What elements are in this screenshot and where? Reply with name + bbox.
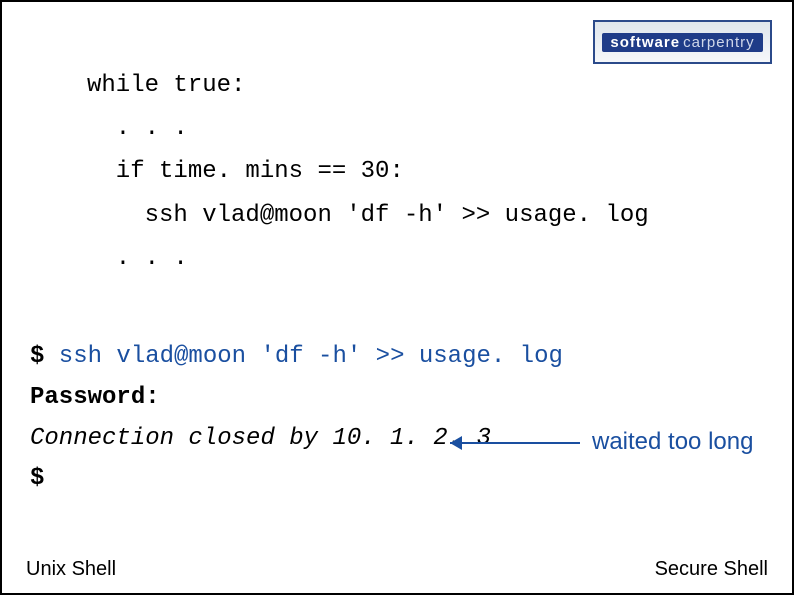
pseudocode-block: while true: . . . if time. mins == 30: s… xyxy=(87,64,649,280)
command-line: ssh vlad@moon 'df -h' >> usage. log xyxy=(44,343,562,370)
code-line-5: . . . xyxy=(87,245,188,272)
annotation-text: waited too long xyxy=(592,428,753,456)
terminal-block: $ ssh vlad@moon 'df -h' >> usage. log Pa… xyxy=(30,337,563,500)
footer-right: Secure Shell xyxy=(655,558,768,581)
code-line-1: while true: xyxy=(87,72,245,99)
software-carpentry-logo: softwarecarpentry xyxy=(593,20,772,64)
prompt-1: $ xyxy=(30,343,44,370)
code-line-4: ssh vlad@moon 'df -h' >> usage. log xyxy=(87,202,649,229)
code-line-3: if time. mins == 30: xyxy=(87,158,404,185)
logo-text: softwarecarpentry xyxy=(602,33,762,52)
connection-closed: Connection closed by 10. 1. 2. 3 xyxy=(30,425,491,452)
arrow-line xyxy=(450,442,580,444)
arrow-left-icon xyxy=(450,436,462,450)
code-line-2: . . . xyxy=(87,115,188,142)
logo-part1: software xyxy=(610,34,680,51)
prompt-2: $ xyxy=(30,465,44,492)
slide-frame: softwarecarpentry while true: . . . if t… xyxy=(0,0,794,595)
logo-part2: carpentry xyxy=(683,34,755,51)
footer-left: Unix Shell xyxy=(26,558,116,581)
password-label: Password: xyxy=(30,384,160,411)
